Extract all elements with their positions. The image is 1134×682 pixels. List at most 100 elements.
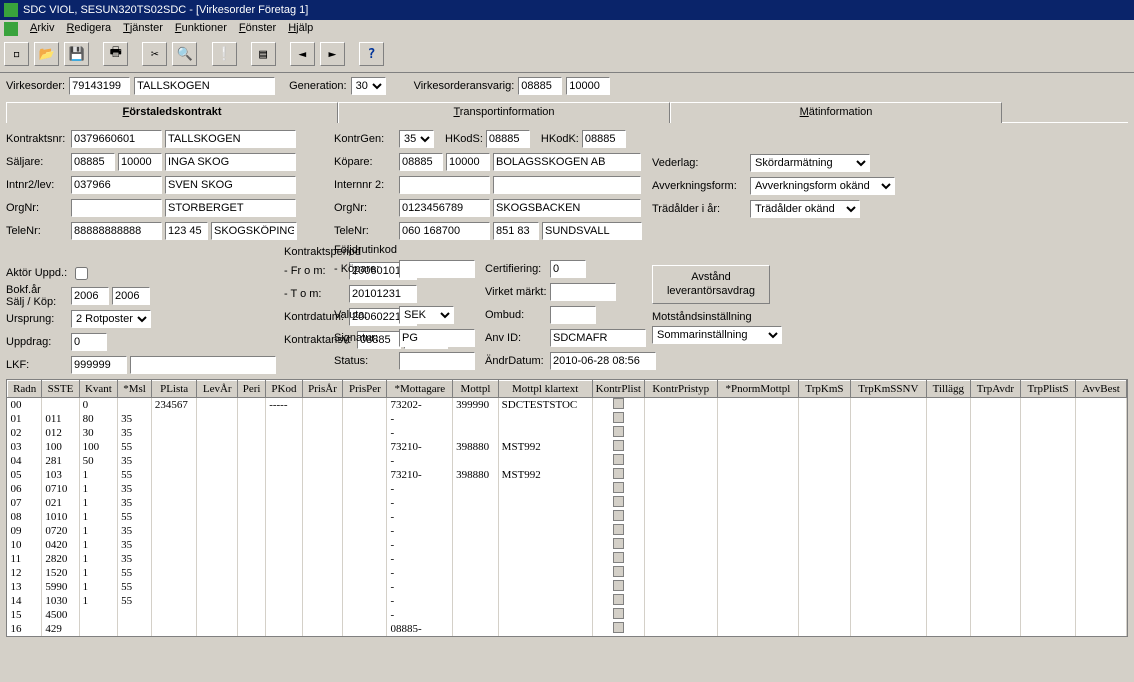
col-LevÅr[interactable]: LevÅr: [197, 381, 238, 398]
menu-redigera[interactable]: Redigera: [60, 20, 117, 36]
kontraktsnr[interactable]: [71, 130, 162, 148]
table-row[interactable]: 0510315573210-398880MST992: [8, 468, 1127, 482]
table-row[interactable]: 060710135-: [8, 482, 1127, 496]
tele-m1[interactable]: [399, 222, 490, 240]
row-check[interactable]: [613, 440, 624, 451]
col-PLista[interactable]: PLista: [151, 381, 197, 398]
new-icon[interactable]: ▫: [4, 42, 29, 66]
vederlag[interactable]: Skördarmätning: [750, 154, 870, 172]
print-icon[interactable]: 🖶: [103, 42, 128, 66]
col-PrisPer[interactable]: PrisPer: [343, 381, 387, 398]
table-row[interactable]: 100420135-: [8, 538, 1127, 552]
row-check[interactable]: [613, 398, 624, 409]
col-Mottpl[interactable]: Mottpl: [453, 381, 499, 398]
col-*Msl[interactable]: *Msl: [118, 381, 152, 398]
row-check[interactable]: [613, 552, 624, 563]
tele1[interactable]: [71, 222, 162, 240]
table-row[interactable]: 000234567-----73202-399990SDCTESTSTOC: [8, 398, 1127, 413]
tele-m3[interactable]: [542, 222, 642, 240]
hkodk[interactable]: [582, 130, 626, 148]
col-*Mottagare[interactable]: *Mottagare: [387, 381, 453, 398]
col-SSTE[interactable]: SSTE: [42, 381, 79, 398]
orgnr-m[interactable]: [399, 199, 490, 217]
tele3[interactable]: [211, 222, 297, 240]
tele-m2[interactable]: [493, 222, 539, 240]
status[interactable]: [399, 352, 475, 370]
table-row[interactable]: 141030155-: [8, 594, 1127, 608]
table-row[interactable]: 1642908885-: [8, 622, 1127, 636]
generation-select[interactable]: 30: [351, 77, 386, 95]
ombud[interactable]: [550, 306, 596, 324]
saljare2[interactable]: [118, 153, 162, 171]
virkesorder-name-input[interactable]: [134, 77, 275, 95]
row-check[interactable]: [613, 510, 624, 521]
row-check[interactable]: [613, 608, 624, 619]
bokfar2[interactable]: [112, 287, 150, 305]
table-row[interactable]: 031001005573210-398880MST992: [8, 440, 1127, 454]
virkesorder-input[interactable]: [69, 77, 130, 95]
col-TrpKmS[interactable]: TrpKmS: [799, 381, 850, 398]
saljare-name[interactable]: [165, 153, 296, 171]
row-check[interactable]: [613, 426, 624, 437]
data-grid[interactable]: RadnSSTEKvant*MslPListaLevÅrPeriPKodPris…: [6, 379, 1128, 637]
motstand[interactable]: Sommarinställning: [652, 326, 782, 344]
col-PrisÅr[interactable]: PrisÅr: [302, 381, 343, 398]
alert-icon[interactable]: ❕: [212, 42, 237, 66]
menu-fönster[interactable]: Fönster: [233, 20, 282, 36]
row-check[interactable]: [613, 566, 624, 577]
row-check[interactable]: [613, 524, 624, 535]
tab-transport[interactable]: Transportinformation: [338, 102, 670, 123]
col-Kvant[interactable]: Kvant: [79, 381, 118, 398]
table-row[interactable]: 07021135-: [8, 496, 1127, 510]
help-icon[interactable]: ?: [359, 42, 384, 66]
table-row[interactable]: 121520155-: [8, 566, 1127, 580]
find-icon[interactable]: 🔍: [172, 42, 197, 66]
menu-tjänster[interactable]: Tjänster: [117, 20, 169, 36]
table-row[interactable]: 020123035-: [8, 426, 1127, 440]
table-row[interactable]: 112820135-: [8, 552, 1127, 566]
table-row[interactable]: 042815035-: [8, 454, 1127, 468]
exec-icon[interactable]: ▤: [251, 42, 276, 66]
trad[interactable]: Trädålder okänd: [750, 200, 860, 218]
saljare1[interactable]: [71, 153, 115, 171]
row-check[interactable]: [613, 594, 624, 605]
col-KontrPristyp[interactable]: KontrPristyp: [644, 381, 717, 398]
kopare1[interactable]: [399, 153, 443, 171]
hkods[interactable]: [486, 130, 530, 148]
table-row[interactable]: 154500-: [8, 608, 1127, 622]
row-check[interactable]: [613, 454, 624, 465]
prev-icon[interactable]: ◄: [290, 42, 315, 66]
row-check[interactable]: [613, 482, 624, 493]
next-icon[interactable]: ►: [320, 42, 345, 66]
intnr[interactable]: [71, 176, 162, 194]
intnr-name[interactable]: [165, 176, 296, 194]
signatur[interactable]: [399, 329, 475, 347]
col-Radn[interactable]: Radn: [8, 381, 42, 398]
ursprung[interactable]: 2 Rotposter: [71, 310, 151, 328]
ansvarig1-input[interactable]: [518, 77, 562, 95]
menu-arkiv[interactable]: Arkiv: [24, 20, 60, 36]
col-Tillägg[interactable]: Tillägg: [927, 381, 971, 398]
kopare-name[interactable]: [493, 153, 641, 171]
ansvarig2-input[interactable]: [566, 77, 610, 95]
cut-icon[interactable]: ✂: [142, 42, 167, 66]
menu-hjälp[interactable]: Hjälp: [282, 20, 319, 36]
tele2[interactable]: [165, 222, 208, 240]
open-icon[interactable]: 📂: [34, 42, 59, 66]
lkf[interactable]: [71, 356, 127, 374]
intern1[interactable]: [399, 176, 490, 194]
tab-forstaled[interactable]: Förstaledskontrakt: [6, 102, 338, 123]
orgnr-name[interactable]: [165, 199, 296, 217]
intern2[interactable]: [493, 176, 641, 194]
tab-mat[interactable]: Mätinformation: [670, 102, 1002, 123]
col-Peri[interactable]: Peri: [238, 381, 266, 398]
col-AvvBest[interactable]: AvvBest: [1075, 381, 1126, 398]
lkf-name[interactable]: [130, 356, 276, 374]
table-row[interactable]: 010118035-: [8, 412, 1127, 426]
col-TrpAvdr[interactable]: TrpAvdr: [970, 381, 1020, 398]
menu-funktioner[interactable]: Funktioner: [169, 20, 233, 36]
table-row[interactable]: 081010155-: [8, 510, 1127, 524]
col-PKod[interactable]: PKod: [266, 381, 302, 398]
table-row[interactable]: 135990155-: [8, 580, 1127, 594]
orgnr[interactable]: [71, 199, 162, 217]
